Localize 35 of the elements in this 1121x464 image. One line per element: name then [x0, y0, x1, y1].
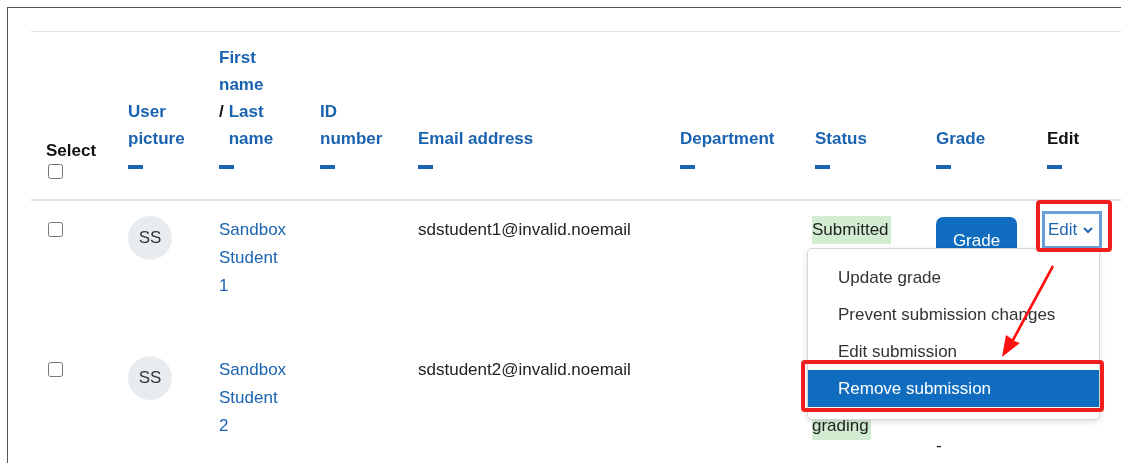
column-header: Select: [46, 140, 98, 162]
menu-item[interactable]: Edit submission: [808, 333, 1099, 370]
sort-link[interactable]: Department: [680, 125, 775, 152]
chevron-down-icon: [1083, 226, 1094, 234]
select-all-checkbox[interactable]: [48, 164, 63, 179]
collapse-dash-icon[interactable]: [219, 164, 234, 169]
row-checkbox[interactable]: [48, 222, 63, 237]
menu-item[interactable]: Remove submission: [808, 370, 1099, 407]
student-name-link[interactable]: Sandbox Student 1: [219, 216, 285, 300]
collapse-dash-icon[interactable]: [1047, 164, 1062, 169]
menu-item[interactable]: Update grade: [808, 259, 1099, 296]
sort-link[interactable]: ID number: [320, 98, 395, 152]
email-text: sdstudent1@invalid.noemail: [418, 220, 631, 239]
sort-link[interactable]: Grade: [936, 125, 986, 152]
avatar: SS: [128, 356, 172, 400]
student-name-link[interactable]: Sandbox Student 2: [219, 356, 285, 440]
collapse-dash-icon[interactable]: [418, 164, 433, 169]
avatar: SS: [128, 216, 172, 260]
collapse-dash-icon[interactable]: [936, 164, 951, 169]
email-text: sdstudent2@invalid.noemail: [418, 360, 631, 379]
sort-link[interactable]: Email address: [418, 125, 534, 152]
sort-link[interactable]: User picture: [128, 98, 203, 152]
sort-link[interactable]: Last name: [228, 98, 274, 152]
edit-dropdown[interactable]: Edit: [1042, 211, 1103, 249]
collapse-dash-icon[interactable]: [320, 164, 335, 169]
status-label: Submitted: [812, 216, 891, 244]
row-checkbox[interactable]: [48, 362, 63, 377]
sort-link[interactable]: First name: [219, 44, 269, 98]
separator: /: [219, 101, 224, 123]
collapse-dash-icon[interactable]: [680, 164, 695, 169]
grade-text: -: [936, 435, 942, 457]
column-header: Edit: [1047, 128, 1081, 150]
sort-link[interactable]: Status: [815, 125, 867, 152]
collapse-dash-icon[interactable]: [128, 164, 143, 169]
collapse-dash-icon[interactable]: [815, 164, 830, 169]
